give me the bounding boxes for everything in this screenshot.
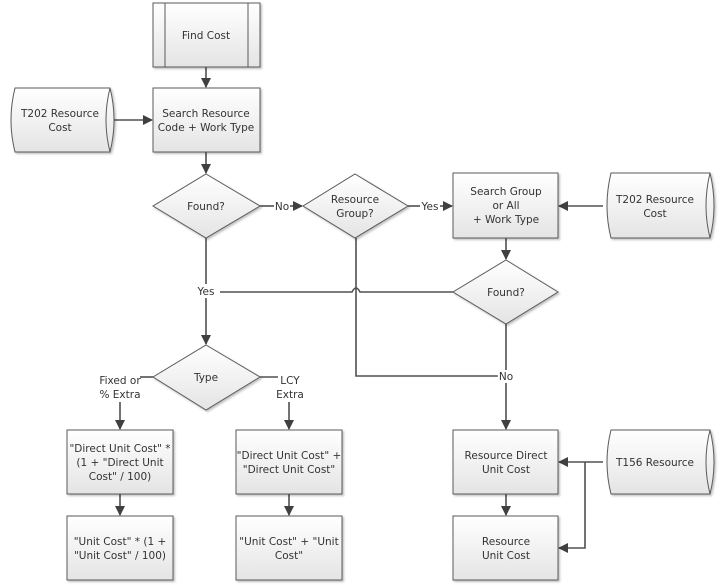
text-line: Type bbox=[193, 372, 218, 384]
text-line: Group? bbox=[336, 208, 374, 220]
text-line: T202 Resource bbox=[615, 194, 694, 206]
text-line: Search Resource bbox=[162, 108, 250, 120]
flowchart: Find Cost T202 Resource Cost Search Resou… bbox=[10, 2, 715, 581]
text-line: Found? bbox=[487, 287, 525, 299]
text-line: + Work Type bbox=[473, 214, 539, 226]
text-line: "Unit Cost" + "Unit bbox=[239, 536, 338, 548]
text-line: "Direct Unit Cost" * bbox=[69, 443, 170, 455]
text-line: (1 + "Direct Unit bbox=[76, 457, 163, 469]
text-line: "Unit Cost" * (1 + bbox=[74, 536, 167, 548]
node-search-resource[interactable] bbox=[152, 87, 261, 153]
text-line: LCY bbox=[280, 375, 300, 387]
text-line: Resource bbox=[482, 536, 530, 548]
label-found1: Found? bbox=[187, 201, 225, 213]
text-line: Resource bbox=[331, 194, 379, 206]
text-line: Cost bbox=[48, 122, 71, 134]
label-t156: T156 Resource bbox=[615, 457, 694, 469]
text-line: Cost bbox=[643, 208, 666, 220]
text-line: Unit Cost bbox=[482, 550, 530, 562]
node-resource-group[interactable] bbox=[302, 173, 409, 239]
text-line: T156 Resource bbox=[615, 457, 694, 469]
text-line: "Direct Unit Cost" bbox=[243, 464, 336, 476]
edge-label-lcy-extra: LCY Extra bbox=[276, 375, 304, 401]
edge-label-group-no: No bbox=[499, 371, 513, 383]
text-line: Cost" bbox=[275, 550, 303, 562]
edge-found2-yes bbox=[220, 287, 453, 293]
text-line: or All bbox=[492, 200, 519, 212]
node-unit-pct[interactable] bbox=[66, 515, 174, 581]
text-line: Extra bbox=[276, 389, 304, 401]
text-line: "Unit Cost" / 100) bbox=[74, 550, 166, 562]
edge-label-group-yes: Yes bbox=[421, 201, 439, 213]
text-line: Fixed or bbox=[99, 375, 141, 387]
edge-group-no bbox=[355, 238, 498, 377]
node-t202-left[interactable] bbox=[10, 87, 115, 153]
edge-label-fixed-pct: Fixed or % Extra bbox=[99, 375, 141, 401]
label-find-cost: Find Cost bbox=[182, 30, 230, 42]
flowchart-canvas: Find Cost T202 Resource Cost Search Resou… bbox=[0, 0, 721, 585]
node-direct-lcy[interactable] bbox=[235, 429, 343, 495]
text-line: T202 Resource bbox=[20, 108, 99, 120]
edge-t156-resunit bbox=[558, 462, 586, 553]
text-line: "Direct Unit Cost" + bbox=[237, 450, 342, 462]
node-unit-lcy[interactable] bbox=[235, 515, 343, 581]
text-line: % Extra bbox=[99, 389, 140, 401]
label-type: Type bbox=[193, 372, 218, 384]
edge-label-found-yes: Yes bbox=[197, 286, 215, 298]
text-line: Found? bbox=[187, 201, 225, 213]
text-line: Find Cost bbox=[182, 30, 230, 42]
text-line: Cost" / 100) bbox=[89, 471, 152, 483]
text-line: Unit Cost bbox=[482, 464, 530, 476]
node-res-unit[interactable] bbox=[452, 515, 559, 581]
label-found2: Found? bbox=[487, 287, 525, 299]
text-line: Search Group bbox=[470, 186, 542, 198]
text-line: Resource Direct bbox=[465, 450, 548, 462]
node-res-direct[interactable] bbox=[452, 429, 559, 495]
text-line: Code + Work Type bbox=[158, 122, 254, 134]
edge-label-found1-no: No bbox=[275, 201, 289, 213]
